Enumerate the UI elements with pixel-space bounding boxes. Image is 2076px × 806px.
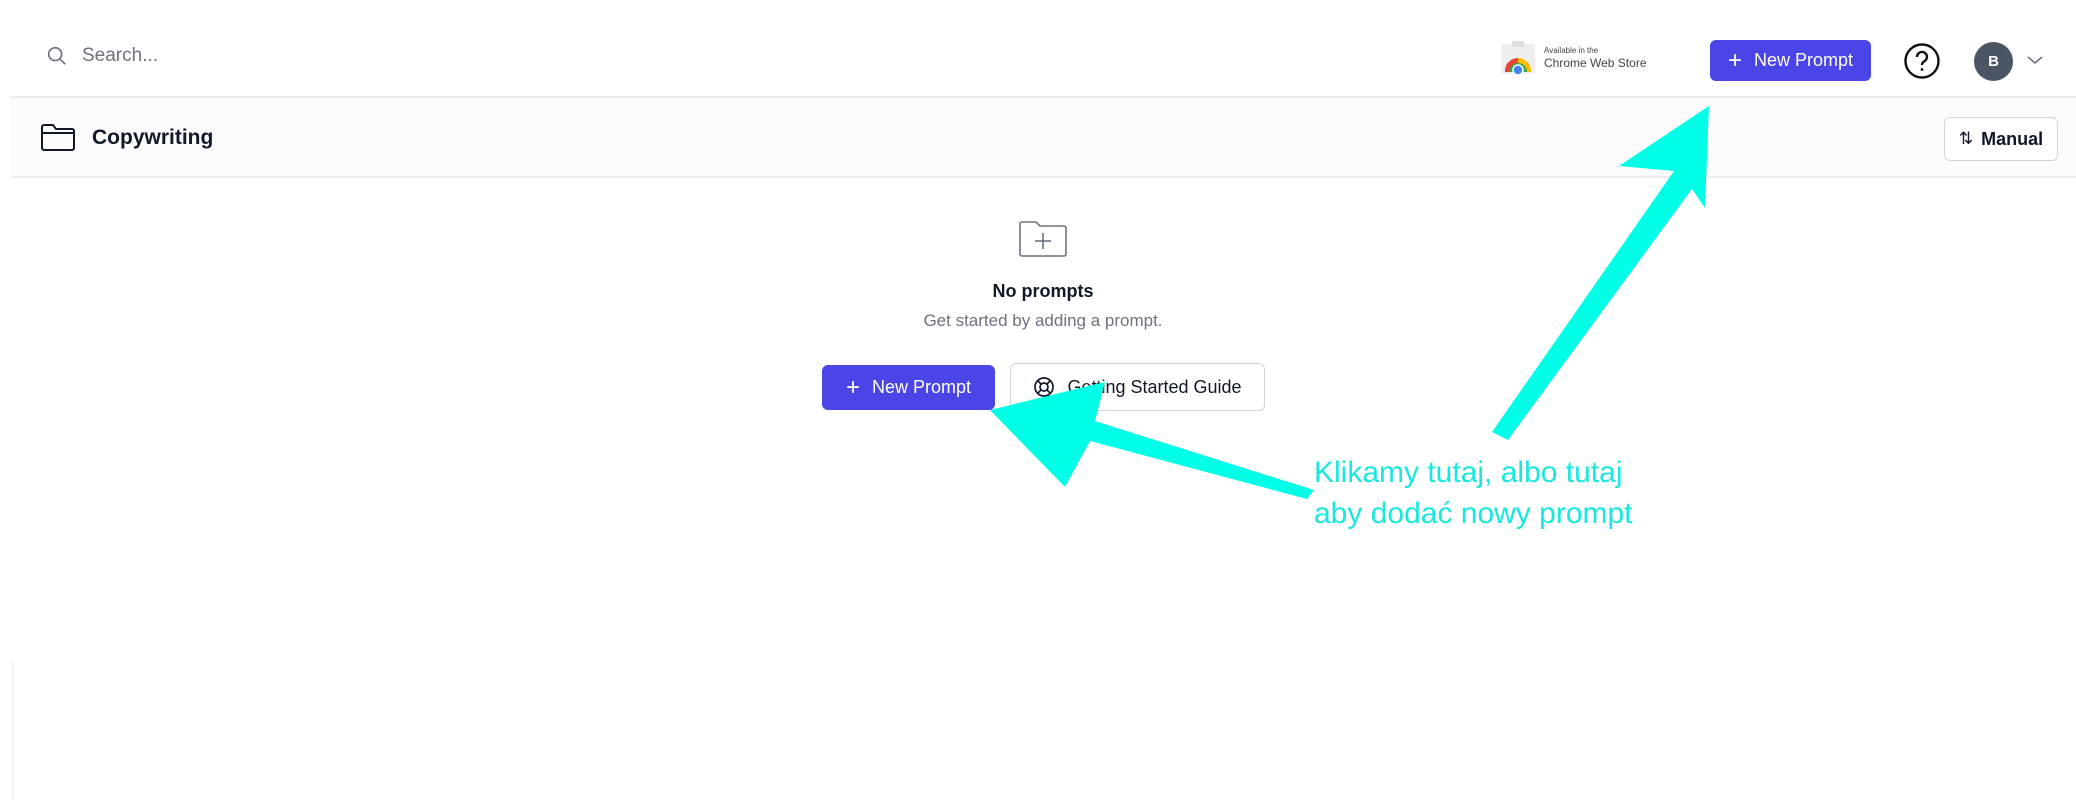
annotation-line-1: Klikamy tutaj, albo tutaj [1314, 456, 1623, 489]
divider [12, 660, 14, 800]
annotation-arrow-left [990, 382, 1314, 499]
annotation-text: Klikamy tutaj, albo tutaj aby dodać nowy… [1314, 452, 1633, 534]
annotation-arrows [990, 106, 1709, 499]
annotation-arrow-right [1492, 106, 1709, 440]
annotation-line-2: aby dodać nowy prompt [1314, 497, 1633, 530]
